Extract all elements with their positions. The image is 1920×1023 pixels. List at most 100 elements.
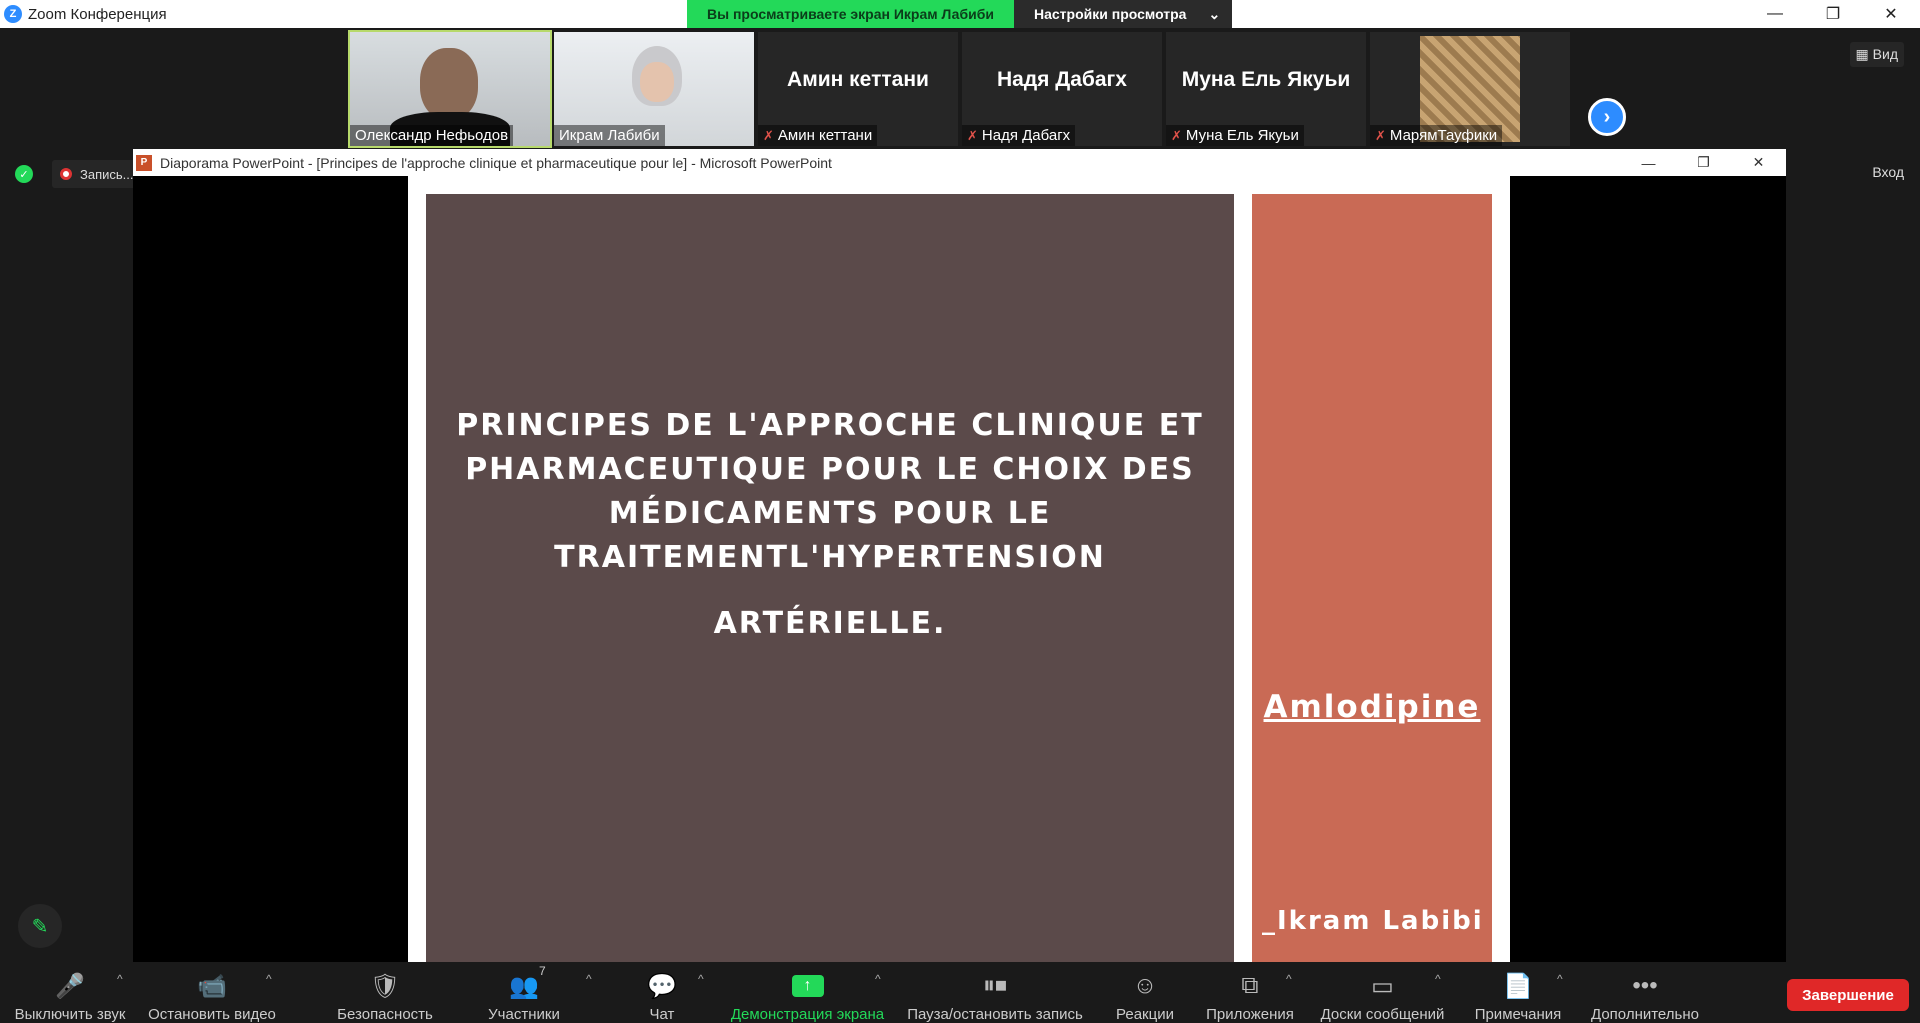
- video-camera-icon: 📹: [197, 972, 227, 1000]
- powerpoint-icon: P: [136, 154, 152, 171]
- window-controls: — ❐ ✕: [1746, 0, 1920, 28]
- notes-button[interactable]: 📄 Примечания: [1470, 962, 1566, 1023]
- pause-stop-recording-button[interactable]: ⏸⏹ Пауза/остановить запись: [905, 962, 1085, 1023]
- drug-name: Amlodipine: [1263, 689, 1481, 725]
- recording-label: Запись...: [80, 166, 134, 182]
- whiteboards-options-caret[interactable]: ^: [1435, 972, 1441, 986]
- share-screen-icon: ↑: [791, 975, 824, 997]
- title-bar: Z Zoom Конференция Вы просматриваете экр…: [0, 0, 1920, 28]
- mute-button[interactable]: 🎤 Выключить звук: [10, 962, 130, 1023]
- participant-name-bar: ✗ МарямТауфики: [1370, 125, 1503, 146]
- whiteboards-label: Доски сообщений: [1320, 1006, 1445, 1023]
- window-title: Zoom Конференция: [28, 5, 167, 23]
- participant-display-name: Муна Ель Якуьи: [1181, 68, 1351, 91]
- close-button[interactable]: ✕: [1731, 149, 1786, 176]
- chevron-down-icon: ⌄: [1208, 6, 1221, 22]
- apps-button[interactable]: ⧉ Приложения: [1202, 962, 1298, 1023]
- mic-muted-icon: ✗: [1375, 127, 1386, 143]
- participant-tile[interactable]: Муна Ель Якуьи ✗ Муна Ель Якуьи: [1166, 32, 1366, 146]
- view-settings-button[interactable]: Настройки просмотра ⌄: [1013, 0, 1233, 28]
- participant-face: [640, 62, 674, 102]
- apps-icon: ⧉: [1241, 972, 1259, 999]
- powerpoint-title-bar: P Diaporama PowerPoint - [Principes de l…: [133, 149, 1786, 176]
- security-label: Безопасность: [337, 1006, 433, 1023]
- reactions-button[interactable]: ☺ Реакции: [1110, 962, 1180, 1023]
- view-settings-label: Настройки просмотра: [1033, 6, 1187, 22]
- participant-name: Амин кеттани: [777, 127, 873, 144]
- video-options-caret[interactable]: ^: [266, 972, 272, 986]
- chat-options-caret[interactable]: ^: [698, 972, 704, 986]
- shield-icon: 🛡: [369, 972, 401, 1000]
- participant-tile[interactable]: ✗ МарямТауфики: [1370, 32, 1570, 146]
- powerpoint-window-controls: — ❐ ✕: [1621, 149, 1786, 176]
- notes-icon: 📄: [1503, 972, 1533, 1000]
- participant-name: Муна Ель Якуьи: [1185, 127, 1299, 144]
- mic-muted-icon: ✗: [967, 127, 978, 143]
- participant-tile[interactable]: Икрам Лабиби: [554, 32, 754, 146]
- participant-strip: Олександр Нефьодов Икрам Лабиби Амин кет…: [0, 28, 1920, 148]
- microphone-icon: 🎤: [55, 972, 85, 1000]
- participants-label: Участники: [488, 1006, 560, 1023]
- more-button[interactable]: ••• Дополнительно: [1585, 962, 1705, 1023]
- view-button[interactable]: ▦ Вид: [1849, 42, 1904, 67]
- mute-label: Выключить звук: [14, 1006, 126, 1023]
- meeting-toolbar: 🎤 Выключить звук ^ 📹 Остановить видео ^ …: [0, 962, 1920, 1023]
- chat-button[interactable]: 💬 Чат: [632, 962, 692, 1023]
- slide: PRINCIPES DE L'APPROCHE CLINIQUE ET PHAR…: [408, 176, 1510, 962]
- participants-button[interactable]: 👥 7 Участники: [478, 962, 570, 1023]
- share-screen-icon-wrap: ↑: [791, 970, 824, 1002]
- zoom-logo-icon: Z: [4, 5, 22, 23]
- annotate-pencil-button[interactable]: ✎: [18, 904, 62, 948]
- share-screen-button[interactable]: ↑ Демонстрация экрана: [725, 962, 890, 1023]
- participant-display-name: Надя Дабагх: [997, 68, 1127, 91]
- participants-icon: 👥 7: [509, 964, 546, 1000]
- reactions-label: Реакции: [1116, 1006, 1174, 1023]
- apps-options-caret[interactable]: ^: [1286, 972, 1292, 986]
- slide-left-panel: PRINCIPES DE L'APPROCHE CLINIQUE ET PHAR…: [426, 194, 1234, 962]
- slide-right-panel: Amlodipine _Ikram Labibi: [1252, 194, 1492, 962]
- video-label: Остановить видео: [148, 1006, 276, 1023]
- share-banner-text: Вы просматриваете экран Икрам Лабиби: [687, 0, 1014, 28]
- security-shield-icon: ✓: [15, 165, 33, 183]
- restore-button[interactable]: ❐: [1804, 0, 1862, 28]
- participant-name: Надя Дабагх: [981, 127, 1071, 144]
- minimize-button[interactable]: —: [1621, 149, 1676, 176]
- grid-icon: ▦: [1855, 46, 1869, 62]
- mic-muted-icon: ✗: [763, 127, 774, 143]
- author-name: _Ikram Labibi: [1262, 906, 1484, 936]
- participant-tile[interactable]: Амин кеттани ✗ Амин кеттани: [758, 32, 958, 146]
- end-meeting-button[interactable]: Завершение: [1787, 979, 1909, 1011]
- record-label: Пауза/остановить запись: [907, 1006, 1083, 1023]
- notes-options-caret[interactable]: ^: [1557, 972, 1563, 986]
- share-options-caret[interactable]: ^: [875, 972, 881, 986]
- apps-label: Приложения: [1206, 1006, 1294, 1023]
- audio-options-caret[interactable]: ^: [117, 972, 123, 986]
- next-page-button[interactable]: ›: [1588, 98, 1626, 136]
- participant-tile[interactable]: Олександр Нефьодов: [348, 30, 552, 148]
- participants-options-caret[interactable]: ^: [586, 972, 592, 986]
- participant-name-bar: ✗ Амин кеттани: [758, 125, 878, 146]
- enter-button[interactable]: Вход: [1872, 164, 1904, 180]
- security-button[interactable]: 🛡 Безопасность: [325, 962, 445, 1023]
- share-banner: Вы просматриваете экран Икрам Лабиби Нас…: [687, 0, 1233, 28]
- whiteboards-button[interactable]: ▭ Доски сообщений: [1315, 962, 1450, 1023]
- notes-label: Примечания: [1474, 1006, 1562, 1023]
- more-label: Дополнительно: [1591, 1006, 1699, 1023]
- smiley-plus-icon: ☺: [1132, 972, 1158, 999]
- pause-stop-icon: ⏸⏹: [983, 972, 1007, 999]
- whiteboard-icon: ▭: [1371, 972, 1394, 1000]
- stop-video-button[interactable]: 📹 Остановить видео: [147, 962, 277, 1023]
- minimize-button[interactable]: —: [1746, 0, 1804, 28]
- more-dots-icon: •••: [1632, 972, 1658, 999]
- restore-button[interactable]: ❐: [1676, 149, 1731, 176]
- slide-title: PRINCIPES DE L'APPROCHE CLINIQUE ET PHAR…: [456, 408, 1204, 575]
- chat-label: Чат: [649, 1006, 675, 1023]
- shared-screen: P Diaporama PowerPoint - [Principes de l…: [133, 149, 1786, 962]
- participant-face: [420, 48, 478, 120]
- close-button[interactable]: ✕: [1862, 0, 1920, 28]
- pencil-icon: ✎: [31, 915, 49, 938]
- participant-name-bar: ✗ Муна Ель Якуьи: [1166, 125, 1304, 146]
- participant-tile[interactable]: Надя Дабагх ✗ Надя Дабагх: [962, 32, 1162, 146]
- slide-title-continued: ARTÉRIELLE.: [713, 606, 947, 641]
- chevron-right-icon: ›: [1603, 105, 1611, 128]
